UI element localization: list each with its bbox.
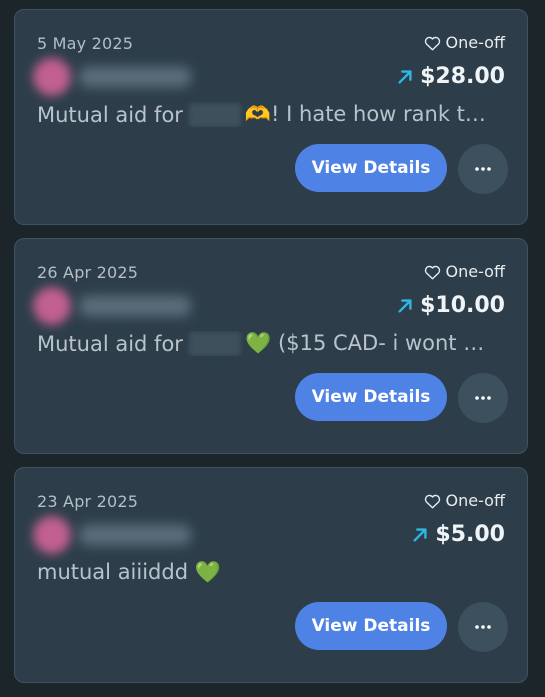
heart-outline-icon (424, 265, 440, 279)
ellipsis-icon (475, 625, 491, 629)
redacted-text (188, 102, 241, 127)
transaction-message: mutual aiiiddd 💚 (37, 560, 492, 585)
amount: $28.00 (396, 64, 505, 89)
ellipsis-icon (475, 167, 491, 171)
frequency-text: One-off (445, 33, 505, 52)
view-details-button[interactable]: View Details (295, 373, 447, 421)
message-text: mutual aiiiddd 💚 (37, 560, 221, 584)
message-text: Mutual aid for (37, 102, 183, 127)
frequency-label: One-off (424, 33, 505, 52)
arrow-up-right-icon (398, 69, 412, 84)
avatar (33, 516, 71, 554)
frequency-label: One-off (424, 491, 505, 510)
more-options-button[interactable] (458, 373, 508, 423)
amount-value: $28.00 (420, 64, 505, 89)
transaction-card: 5 May 2025 One-off $28.00 Mutual aid for… (14, 9, 528, 225)
message-text-continued: 💚 ($15 CAD- i wont be... (245, 331, 492, 355)
view-details-button[interactable]: View Details (295, 602, 447, 650)
transaction-message: Mutual aid for 🫶! I hate how rank the... (37, 102, 492, 127)
sender (33, 516, 201, 554)
transaction-card: 23 Apr 2025 One-off $5.00 mutual aiiiddd… (14, 467, 528, 683)
frequency-text: One-off (445, 262, 505, 281)
transaction-message: Mutual aid for 💚 ($15 CAD- i wont be... (37, 331, 492, 356)
transaction-card: 26 Apr 2025 One-off $10.00 Mutual aid fo… (14, 238, 528, 454)
arrow-up-right-icon (413, 527, 427, 542)
message-text: Mutual aid for (37, 331, 183, 356)
avatar (33, 58, 71, 96)
frequency-text: One-off (445, 491, 505, 510)
heart-outline-icon (424, 36, 440, 50)
amount-value: $5.00 (435, 522, 505, 547)
amount: $5.00 (411, 522, 505, 547)
amount: $10.00 (396, 293, 505, 318)
sender (33, 287, 201, 325)
message-text-continued: 🫶! I hate how rank the... (244, 102, 492, 126)
more-options-button[interactable] (458, 602, 508, 652)
arrow-up-right-icon (398, 298, 412, 313)
sender-name-redacted (79, 296, 191, 316)
view-details-button[interactable]: View Details (295, 144, 447, 192)
avatar (33, 287, 71, 325)
frequency-label: One-off (424, 262, 505, 281)
transaction-date: 23 Apr 2025 (37, 492, 139, 511)
sender-name-redacted (79, 525, 191, 545)
redacted-text (188, 331, 242, 356)
ellipsis-icon (475, 396, 491, 400)
more-options-button[interactable] (458, 144, 508, 194)
sender-name-redacted (79, 67, 191, 87)
sender (33, 58, 201, 96)
transaction-date: 26 Apr 2025 (37, 263, 139, 282)
heart-outline-icon (424, 494, 440, 508)
transaction-date: 5 May 2025 (37, 34, 134, 53)
amount-value: $10.00 (420, 293, 505, 318)
